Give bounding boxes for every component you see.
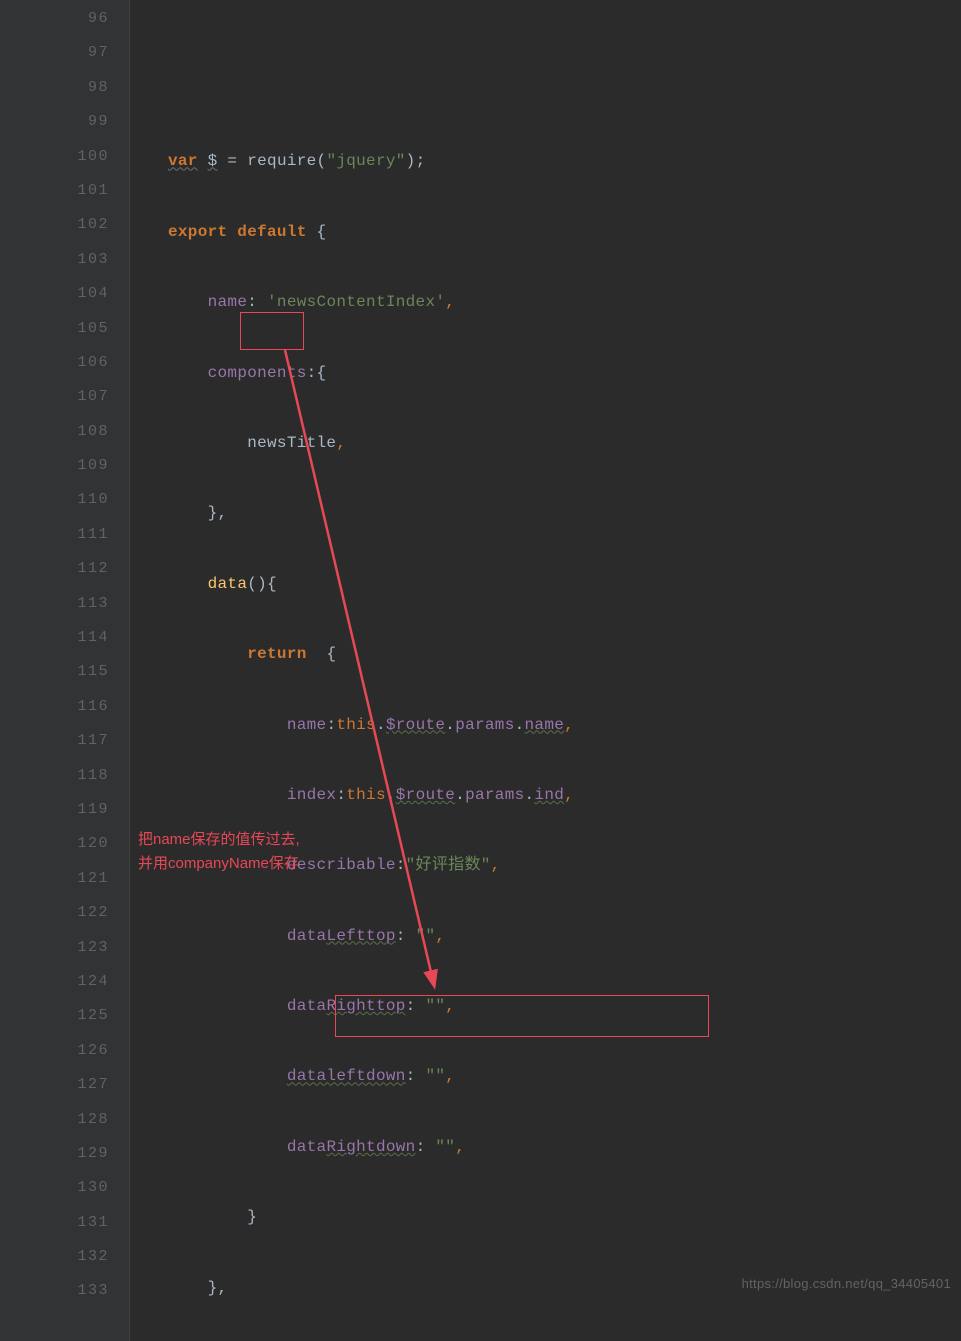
line-number: 115 [0, 655, 129, 689]
line-number: 109 [0, 449, 129, 483]
line-number: 102 [0, 208, 129, 242]
code-line[interactable]: return { [168, 637, 961, 671]
line-number: 103 [0, 243, 129, 277]
code-line[interactable]: export default { [168, 215, 961, 249]
line-number: 131 [0, 1206, 129, 1240]
line-number: 97 [0, 36, 129, 70]
line-number: 110 [0, 483, 129, 517]
code-line[interactable]: } [168, 1200, 961, 1234]
code-line[interactable]: dataLefttop: "", [168, 919, 961, 953]
code-line[interactable]: var $ = require("jquery"); [168, 144, 961, 178]
code-line[interactable]: }, [168, 496, 961, 530]
line-number: 114 [0, 621, 129, 655]
line-number: 127 [0, 1068, 129, 1102]
code-area[interactable]: var $ = require("jquery"); export defaul… [130, 0, 961, 1341]
line-number: 123 [0, 931, 129, 965]
line-number: 130 [0, 1171, 129, 1205]
line-number: 104 [0, 277, 129, 311]
line-number-gutter: 9697989910010110210310410510610710810911… [0, 0, 130, 1341]
watermark: https://blog.csdn.net/qq_34405401 [742, 1276, 951, 1291]
line-number: 105 [0, 312, 129, 346]
code-line[interactable]: index:this.$route.params.ind, [168, 778, 961, 812]
code-line[interactable]: components:{ [168, 356, 961, 390]
line-number: 100 [0, 140, 129, 174]
code-line[interactable]: data(){ [168, 567, 961, 601]
code-editor[interactable]: 9697989910010110210310410510610710810911… [0, 0, 961, 1341]
line-number: 128 [0, 1103, 129, 1137]
line-number: 99 [0, 105, 129, 139]
line-number: 107 [0, 380, 129, 414]
line-number: 116 [0, 690, 129, 724]
line-number: 121 [0, 862, 129, 896]
line-number: 101 [0, 174, 129, 208]
line-number: 132 [0, 1240, 129, 1274]
annotation-text: 把name保存的值传过去, 并用companyName保存 [138, 828, 358, 876]
line-number: 112 [0, 552, 129, 586]
line-number: 124 [0, 965, 129, 999]
line-number: 122 [0, 896, 129, 930]
code-line[interactable]: dataRighttop: "", [168, 989, 961, 1023]
line-number: 133 [0, 1274, 129, 1308]
code-line[interactable] [168, 74, 961, 108]
line-number: 120 [0, 827, 129, 861]
code-line[interactable]: dataRightdown: "", [168, 1130, 961, 1164]
line-number: 126 [0, 1034, 129, 1068]
line-number: 117 [0, 724, 129, 758]
line-number: 119 [0, 793, 129, 827]
code-line[interactable]: dataleftdown: "", [168, 1059, 961, 1093]
line-number: 98 [0, 71, 129, 105]
line-number: 106 [0, 346, 129, 380]
line-number: 125 [0, 999, 129, 1033]
line-number: 118 [0, 759, 129, 793]
line-number: 96 [0, 2, 129, 36]
code-line[interactable]: name: 'newsContentIndex', [168, 285, 961, 319]
line-number: 129 [0, 1137, 129, 1171]
code-line[interactable]: newsTitle, [168, 426, 961, 460]
line-number: 111 [0, 518, 129, 552]
line-number: 113 [0, 587, 129, 621]
line-number: 108 [0, 415, 129, 449]
code-line[interactable]: name:this.$route.params.name, [168, 708, 961, 742]
